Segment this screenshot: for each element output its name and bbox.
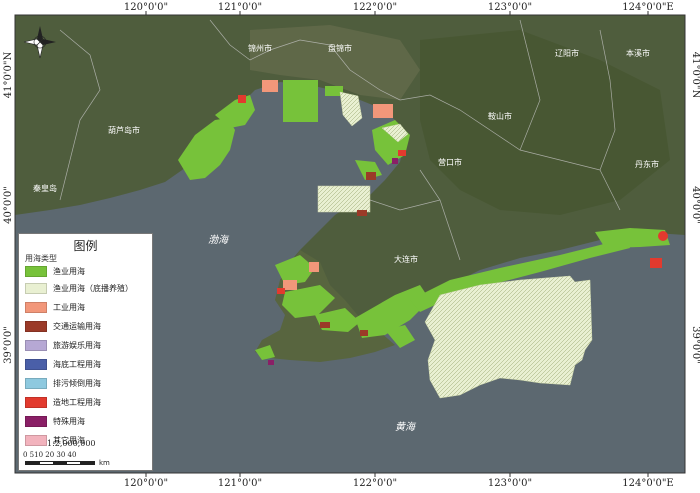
city-dalian: 大连市 [394, 254, 418, 264]
lat-label-left-2: 40°0'0" [3, 186, 14, 224]
lon-label-bottom-1: 120°0'0" [124, 478, 168, 489]
map-frame: 120°0'0" 121°0'0" 122°0'0" 123°0'0" 124°… [0, 0, 700, 493]
legend-item-special: 特殊用海 [25, 415, 85, 427]
legend-label: 排污倾倒用海 [53, 378, 101, 388]
legend-swatch [25, 282, 47, 294]
lon-label-top-4: 123°0'0" [488, 2, 532, 13]
sea-bohai: 渤海 [208, 234, 230, 246]
legend-label: 渔业用海（底播养殖） [53, 283, 133, 293]
legend-swatch [25, 434, 47, 446]
city-anshan: 鞍山市 [488, 111, 512, 121]
legend-swatch [25, 265, 47, 277]
legend-item-subsea: 海底工程用海 [25, 358, 101, 370]
legend-swatch [25, 301, 47, 313]
city-benxi: 本溪市 [626, 48, 650, 58]
lat-label-left-1: 41°0'0"N [3, 51, 14, 98]
city-dandong: 丹东市 [635, 159, 659, 169]
scale-numbers: 0 510 20 30 40 [23, 451, 77, 459]
city-panjin: 盘锦市 [328, 43, 352, 53]
legend-swatch [25, 339, 47, 351]
sea-huanghai: 黄海 [395, 421, 417, 433]
lon-label-bottom-2: 121°0'0" [218, 478, 262, 489]
legend-item-reclamation: 造地工程用海 [25, 396, 101, 408]
legend-label: 渔业用海 [53, 266, 85, 276]
lon-label-top-3: 122°0'0" [353, 2, 397, 13]
legend-item-fishery: 渔业用海 [25, 265, 85, 277]
city-yingkou: 营口市 [438, 157, 462, 167]
city-jinzhou: 锦州市 [248, 43, 272, 53]
lat-label-right-3: 39°0'0" [690, 326, 700, 364]
legend-swatch [25, 396, 47, 408]
city-liaoyang: 辽阳市 [555, 48, 579, 58]
legend-swatch [25, 320, 47, 332]
legend-label: 旅游娱乐用海 [53, 340, 101, 350]
scale-unit: km [99, 459, 110, 467]
legend-label: 造地工程用海 [53, 397, 101, 407]
legend-swatch [25, 358, 47, 370]
legend-item-fishery-bottom: 渔业用海（底播养殖） [25, 282, 133, 294]
lat-label-right-1: 41°0'0"N [690, 52, 700, 99]
legend-item-sewage: 排污倾倒用海 [25, 377, 101, 389]
legend-item-transport: 交通运输用海 [25, 320, 101, 332]
city-huludao: 葫芦岛市 [108, 125, 140, 135]
legend-swatch [25, 377, 47, 389]
lon-label-bottom-5: 124°0'0"E [622, 478, 673, 489]
legend-swatch [25, 415, 47, 427]
legend-label: 海底工程用海 [53, 359, 101, 369]
lat-label-right-2: 40°0'0" [690, 186, 700, 224]
legend-item-industrial: 工业用海 [25, 301, 85, 313]
legend-label: 工业用海 [53, 302, 85, 312]
legend-item-tourism: 旅游娱乐用海 [25, 339, 101, 351]
lon-label-bottom-3: 122°0'0" [353, 478, 397, 489]
lon-label-top-1: 120°0'0" [124, 2, 168, 13]
legend-label: 特殊用海 [53, 416, 85, 426]
city-qinhuangdao: 秦皇岛 [33, 183, 57, 193]
lon-label-top-2: 121°0'0" [218, 2, 262, 13]
legend-title: 图例 [73, 239, 98, 253]
scale-ratio: 1:2,000,000 [47, 439, 96, 448]
lat-label-left-3: 39°0'0" [3, 326, 14, 364]
lon-label-bottom-4: 123°0'0" [488, 478, 532, 489]
lon-label-top-5: 124°0'0"E [622, 2, 673, 13]
legend: 图例 用海类型 渔业用海 渔业用海（底播养殖） 工业用海 交通运输用海 旅游娱乐… [18, 233, 153, 471]
scale-bar [25, 461, 95, 465]
legend-subtitle: 用海类型 [25, 254, 57, 263]
legend-label: 交通运输用海 [53, 321, 101, 331]
